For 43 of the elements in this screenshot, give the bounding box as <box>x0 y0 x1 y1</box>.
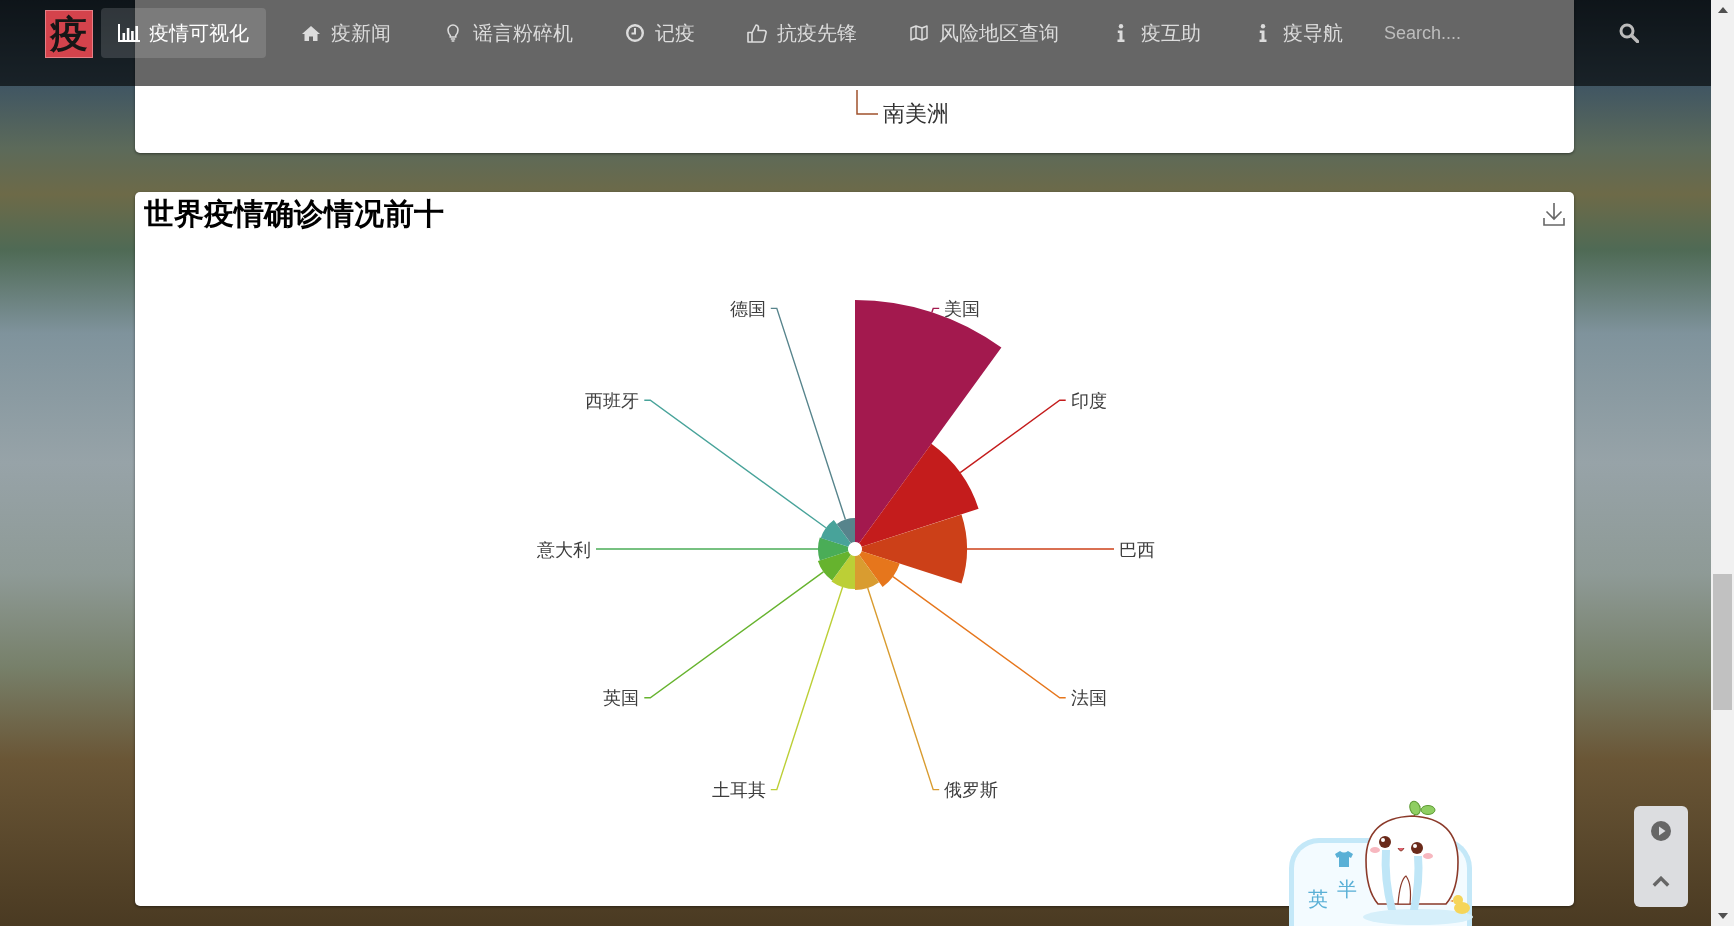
play-icon <box>1651 821 1671 841</box>
scrollbar[interactable] <box>1711 0 1734 926</box>
lightbulb-icon <box>447 24 459 42</box>
country-label: 西班牙 <box>584 389 639 411</box>
chart-title: 世界疫情确诊情况前十 <box>144 195 444 233</box>
scroll-thumb[interactable] <box>1713 574 1732 710</box>
nav-link[interactable]: 疫新闻 <box>283 8 408 58</box>
download-button[interactable] <box>1543 202 1565 226</box>
sticker-text: 英 <box>1308 889 1328 909</box>
thumbs-up-icon <box>747 23 767 43</box>
country-label: 德国 <box>729 297 766 319</box>
search-field[interactable]: Search.... <box>1377 8 1607 58</box>
country-label: 印度 <box>1070 389 1107 411</box>
map-icon <box>910 25 928 41</box>
country-label: 土耳其 <box>711 779 766 801</box>
download-icon <box>1543 202 1565 226</box>
nav-link[interactable]: 抗疫先锋 <box>729 8 874 58</box>
nav-link[interactable]: 疫导航 <box>1235 8 1360 58</box>
leader-line <box>856 90 878 115</box>
region-label: 南美洲 <box>883 101 949 127</box>
info-icon <box>1117 24 1125 42</box>
search-icon <box>1619 23 1639 43</box>
country-label: 俄罗斯 <box>943 779 998 801</box>
country-label: 英国 <box>602 687 639 709</box>
nav-link[interactable]: 疫互助 <box>1093 8 1218 58</box>
chevron-up-icon <box>1652 875 1670 887</box>
logo[interactable]: 疫 <box>45 10 93 58</box>
country-label: 巴西 <box>1118 538 1155 560</box>
clock-icon <box>626 24 644 42</box>
sticker-text: 半 <box>1337 879 1357 899</box>
shirt-icon <box>1335 851 1353 867</box>
nav-link[interactable]: 风险地区查询 <box>891 8 1076 58</box>
nav-link[interactable]: 疫情可视化 <box>101 8 266 58</box>
home-icon <box>302 25 320 41</box>
leader-line <box>930 307 940 313</box>
triangle-up-icon <box>1717 7 1728 13</box>
country-label: 意大利 <box>536 538 591 560</box>
country-label: 法国 <box>1070 687 1107 709</box>
nav-link[interactable]: 记疫 <box>607 8 712 58</box>
country-label: 美国 <box>943 297 980 319</box>
info-icon <box>1259 24 1267 42</box>
triangle-down-icon <box>1717 913 1728 919</box>
nav-link[interactable]: 谣言粉碎机 <box>425 8 590 58</box>
